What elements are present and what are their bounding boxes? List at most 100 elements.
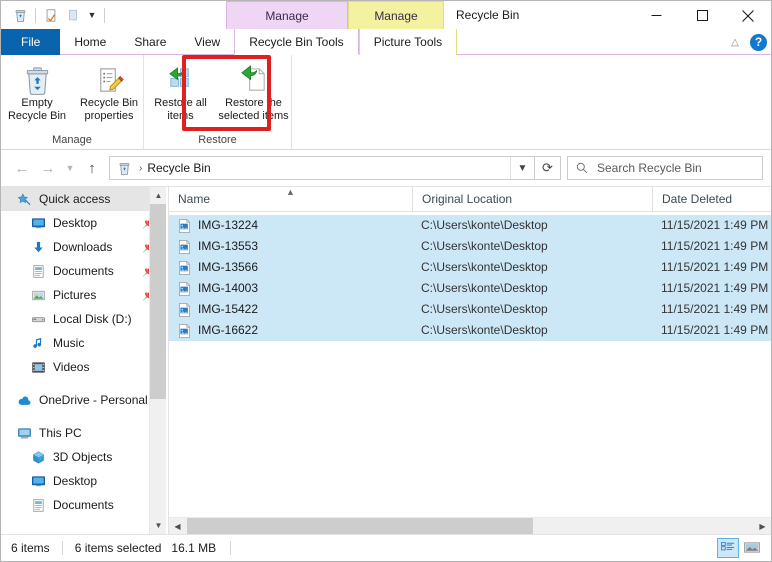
file-list-pane: Name ▲ Original Location Date Deleted IM… xyxy=(168,187,771,534)
help-icon[interactable]: ? xyxy=(750,33,767,51)
sidebar-label-desktop: Desktop xyxy=(53,216,98,230)
file-explorer-window: ▼ Manage Manage Recycle Bin File Home Sh… xyxy=(0,0,772,562)
column-header-name-label: Name xyxy=(178,191,211,206)
empty-recycle-bin-icon xyxy=(22,63,53,97)
drive-icon xyxy=(29,310,47,328)
title-bar: ▼ Manage Manage Recycle Bin xyxy=(1,1,771,30)
address-dropdown-icon[interactable]: ▼ xyxy=(510,157,534,179)
sidebar-item-this-pc-documents[interactable]: Documents xyxy=(1,493,166,517)
scroll-right-icon[interactable]: ▶ xyxy=(754,518,771,534)
file-rows: IMG-13224 C:\Users\konte\Desktop 11/15/2… xyxy=(169,212,771,341)
file-name: IMG-13224 xyxy=(198,218,259,232)
sidebar-item-quick-access[interactable]: Quick access xyxy=(1,187,166,211)
cell-name: IMG-13224 xyxy=(169,215,412,236)
pictures-icon xyxy=(29,286,47,304)
restore-selected-items-button[interactable]: Restore the selected items xyxy=(217,59,290,122)
sidebar-label-local-disk-d: Local Disk (D:) xyxy=(53,312,132,326)
table-row[interactable]: IMG-13224 C:\Users\konte\Desktop 11/15/2… xyxy=(169,215,771,236)
navigation-pane-scrollbar[interactable]: ▲ ▼ xyxy=(149,187,166,534)
image-file-icon xyxy=(178,218,191,233)
tab-picture-tools[interactable]: Picture Tools xyxy=(358,29,458,55)
sidebar-item-downloads[interactable]: Downloads 📌 xyxy=(1,235,166,259)
tab-view[interactable]: View xyxy=(180,29,234,55)
breadcrumb[interactable]: › Recycle Bin ▼ xyxy=(109,156,535,180)
tab-recycle-bin-tools[interactable]: Recycle Bin Tools xyxy=(234,29,359,55)
details-view-button[interactable] xyxy=(717,537,739,558)
breadcrumb-separator[interactable]: › xyxy=(134,163,147,174)
cell-original-location: C:\Users\konte\Desktop xyxy=(421,239,548,253)
empty-recycle-bin-button[interactable]: Empty Recycle Bin xyxy=(1,59,73,122)
sidebar-item-this-pc-desktop[interactable]: Desktop xyxy=(1,469,166,493)
sidebar-item-this-pc[interactable]: This PC xyxy=(1,421,166,445)
back-arrow-icon[interactable]: ← xyxy=(9,155,35,181)
videos-icon xyxy=(29,358,47,376)
cell-name: IMG-16622 xyxy=(169,320,412,341)
minimize-button[interactable] xyxy=(633,1,679,30)
music-icon xyxy=(29,334,47,352)
refresh-icon[interactable]: ⟳ xyxy=(535,156,561,180)
sidebar-label-this-pc-documents: Documents xyxy=(53,498,114,512)
table-row[interactable]: IMG-14003 C:\Users\konte\Desktop 11/15/2… xyxy=(169,278,771,299)
sidebar-label-quick-access: Quick access xyxy=(39,192,111,206)
customize-dropdown-icon[interactable]: ▼ xyxy=(84,4,100,26)
this-pc-icon xyxy=(15,424,33,442)
table-row[interactable]: IMG-16622 C:\Users\konte\Desktop 11/15/2… xyxy=(169,320,771,341)
cell-original-location: C:\Users\konte\Desktop xyxy=(421,323,548,337)
status-selection-count: 6 items selected xyxy=(74,540,162,555)
column-header-row: Name ▲ Original Location Date Deleted xyxy=(169,187,771,212)
cell-original-location: C:\Users\konte\Desktop xyxy=(421,302,548,316)
table-row[interactable]: IMG-13566 C:\Users\konte\Desktop 11/15/2… xyxy=(169,257,771,278)
3d-objects-icon xyxy=(29,448,47,466)
sidebar-item-music[interactable]: Music xyxy=(1,331,166,355)
tab-share[interactable]: Share xyxy=(120,29,180,55)
file-list-horizontal-scrollbar[interactable]: ◀ ▶ xyxy=(169,517,771,534)
onedrive-icon xyxy=(15,391,33,409)
breadcrumb-path[interactable]: Recycle Bin xyxy=(147,161,210,175)
window-controls xyxy=(633,1,771,30)
recent-locations-icon[interactable]: ▼ xyxy=(61,155,79,181)
search-input[interactable] xyxy=(595,160,745,176)
scrollbar-thumb[interactable] xyxy=(187,518,533,534)
up-arrow-icon[interactable]: ↑ xyxy=(79,155,105,181)
sidebar-label-documents: Documents xyxy=(53,264,114,278)
table-row[interactable]: IMG-13553 C:\Users\konte\Desktop 11/15/2… xyxy=(169,236,771,257)
cell-name: IMG-13566 xyxy=(169,257,412,278)
table-row[interactable]: IMG-15422 C:\Users\konte\Desktop 11/15/2… xyxy=(169,299,771,320)
column-header-original-location[interactable]: Original Location xyxy=(412,187,652,212)
large-icons-view-button[interactable] xyxy=(741,538,763,558)
sidebar-item-3d-objects[interactable]: 3D Objects xyxy=(1,445,166,469)
sidebar-item-onedrive[interactable]: OneDrive - Personal xyxy=(1,388,166,412)
sidebar-item-desktop[interactable]: Desktop 📌 xyxy=(1,211,166,235)
properties-icon[interactable] xyxy=(40,4,62,26)
scrollbar-thumb[interactable] xyxy=(150,204,166,399)
cell-date-deleted: 11/15/2021 1:49 PM xyxy=(661,239,769,253)
forward-arrow-icon[interactable]: → xyxy=(35,155,61,181)
scroll-left-icon[interactable]: ◀ xyxy=(169,518,186,534)
contextual-group-label-recycle: Manage xyxy=(265,9,309,23)
scroll-down-icon[interactable]: ▼ xyxy=(150,517,166,534)
tab-file[interactable]: File xyxy=(1,29,61,55)
image-file-icon xyxy=(178,260,191,275)
sidebar-item-pictures[interactable]: Pictures 📌 xyxy=(1,283,166,307)
sidebar-label-onedrive: OneDrive - Personal xyxy=(39,393,148,407)
ribbon-group-manage: Empty Recycle Bin Recycle Bin properties… xyxy=(1,55,144,150)
sidebar-item-documents[interactable]: Documents 📌 xyxy=(1,259,166,283)
scroll-up-icon[interactable]: ▲ xyxy=(150,187,166,204)
recycle-bin-properties-button[interactable]: Recycle Bin properties xyxy=(73,59,145,122)
breadcrumb-recycle-bin-icon xyxy=(114,161,134,176)
maximize-button[interactable] xyxy=(679,1,725,30)
column-header-name[interactable]: Name ▲ xyxy=(169,187,412,212)
file-name: IMG-16622 xyxy=(198,323,259,337)
close-button[interactable] xyxy=(725,1,771,30)
column-header-date-deleted[interactable]: Date Deleted xyxy=(652,187,771,212)
sort-ascending-icon: ▲ xyxy=(286,187,295,197)
cell-date-deleted: 11/15/2021 1:49 PM xyxy=(661,323,769,337)
sidebar-item-local-disk-d[interactable]: Local Disk (D:) xyxy=(1,307,166,331)
collapse-ribbon-icon[interactable]: △ xyxy=(726,32,744,52)
tab-home[interactable]: Home xyxy=(60,29,120,55)
paste-icon[interactable] xyxy=(62,4,84,26)
sidebar-item-videos[interactable]: Videos xyxy=(1,355,166,379)
search-box[interactable] xyxy=(567,156,763,180)
recycle-bin-icon[interactable] xyxy=(9,4,31,26)
restore-all-items-button[interactable]: Restore all items xyxy=(144,59,217,122)
